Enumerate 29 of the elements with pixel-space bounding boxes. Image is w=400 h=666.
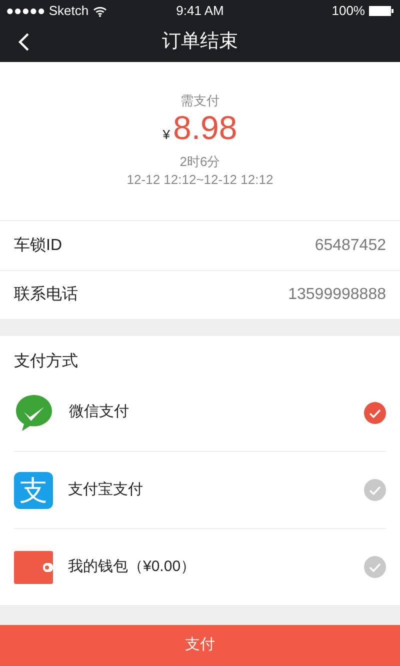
payment-option[interactable]: 支 支付宝支付	[14, 451, 386, 528]
page-title: 订单结束	[162, 30, 238, 54]
battery-icon	[368, 6, 394, 16]
back-icon[interactable]	[18, 33, 30, 51]
wallet-icon	[14, 550, 53, 584]
payment-option[interactable]: 我的钱包（¥0.00）	[14, 528, 386, 605]
chat-bubble-check-icon	[14, 392, 54, 432]
field-value: 13599998888	[288, 285, 386, 305]
section-title: 支付方式	[14, 352, 78, 372]
payment-option[interactable]: 微信支付	[14, 374, 386, 451]
field-label: 联系电话	[14, 284, 78, 305]
check-icon[interactable]	[364, 402, 386, 424]
clock-text: 9:41 AM	[175, 2, 225, 20]
field-label: 车锁ID	[14, 236, 62, 256]
check-icon[interactable]	[364, 556, 386, 578]
currency-symbol: ¥	[162, 126, 170, 144]
wifi-icon	[92, 6, 107, 16]
option-label: 我的钱包（¥0.00）	[68, 556, 197, 577]
duration-text: 2时6分	[180, 153, 220, 171]
option-label: 支付宝支付	[68, 480, 144, 500]
check-icon[interactable]	[364, 479, 386, 501]
option-label: 微信支付	[69, 402, 130, 422]
amount-label: 需支付	[180, 92, 220, 110]
payment-logo-icon: 支	[14, 472, 53, 508]
carrier-text: ●●●●● Sketch	[6, 2, 89, 20]
amount-text: 8.98	[173, 110, 238, 146]
period-text: 12-12 12:12~12-12 12:12	[126, 171, 274, 189]
field-value: 65487452	[314, 236, 386, 256]
battery-text: 100%	[332, 2, 365, 20]
